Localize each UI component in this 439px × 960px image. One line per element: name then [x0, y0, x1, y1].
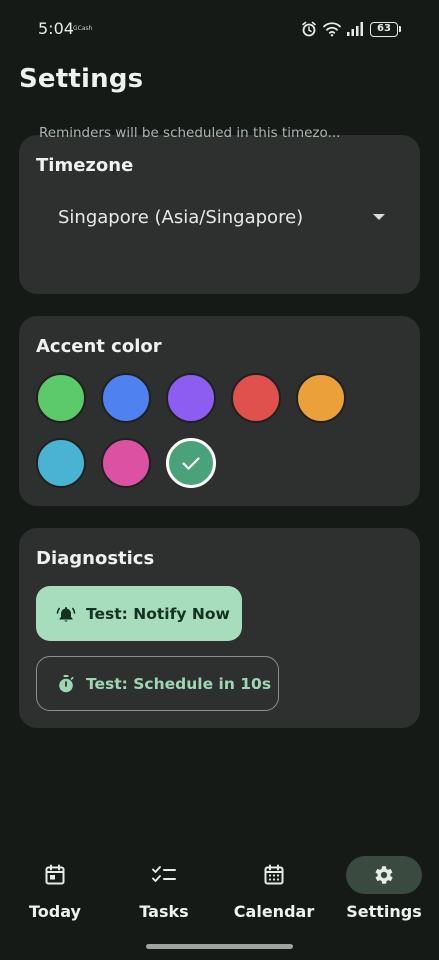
nav-active-indicator	[346, 856, 422, 894]
battery-icon: 63	[370, 21, 401, 37]
bottom-navigation: Today Tasks Calendar Settings	[0, 850, 439, 940]
accent-swatch-pink[interactable]	[101, 438, 151, 488]
test-notify-now-label: Test: Notify Now	[86, 604, 230, 623]
battery-level: 63	[370, 21, 398, 37]
test-notify-now-button[interactable]: Test: Notify Now	[36, 586, 242, 641]
checklist-icon	[152, 866, 176, 882]
accent-swatch-green[interactable]	[36, 373, 86, 423]
diagnostics-title: Diagnostics	[36, 548, 155, 569]
page-title: Settings	[19, 64, 144, 94]
accent-color-card: Accent color	[19, 316, 420, 506]
calendar-today-icon	[45, 864, 65, 885]
nav-label-today: Today	[29, 902, 81, 921]
timezone-helper-text: Reminders will be scheduled in this time…	[39, 125, 341, 141]
status-app-badge: GCash	[73, 25, 93, 32]
bell-ring-icon	[56, 606, 76, 622]
gear-icon	[375, 866, 393, 884]
wifi-icon	[323, 22, 341, 37]
test-schedule-button[interactable]: Test: Schedule in 10s	[36, 656, 279, 711]
accent-swatch-orange[interactable]	[296, 373, 346, 423]
accent-swatch-blue[interactable]	[101, 373, 151, 423]
nav-label-settings: Settings	[346, 902, 422, 921]
nav-label-tasks: Tasks	[139, 902, 189, 921]
status-bar: 5:04 GCash 63	[0, 0, 439, 58]
accent-swatch-cyan[interactable]	[36, 438, 86, 488]
home-indicator	[146, 944, 293, 949]
signal-icon	[347, 22, 363, 36]
status-time: 5:04	[38, 19, 74, 38]
calendar-month-icon	[264, 864, 284, 885]
test-schedule-label: Test: Schedule in 10s	[86, 674, 272, 693]
timer-icon	[59, 674, 74, 692]
accent-swatch-purple[interactable]	[166, 373, 216, 423]
status-icons: 63	[301, 20, 401, 38]
nav-label-calendar: Calendar	[233, 902, 315, 921]
timezone-dropdown[interactable]: Singapore (Asia/Singapore)	[39, 195, 403, 239]
diagnostics-card: Diagnostics Test: Notify Now Test: Sched…	[19, 528, 420, 728]
accent-swatch-red[interactable]	[231, 373, 281, 423]
check-icon	[182, 457, 200, 470]
timezone-card: Timezone Singapore (Asia/Singapore)	[19, 135, 420, 294]
nav-item-settings[interactable]: Settings	[329, 856, 439, 930]
nav-item-calendar[interactable]: Calendar	[219, 856, 329, 930]
dropdown-arrow-icon	[373, 214, 385, 220]
timezone-selected-value: Singapore (Asia/Singapore)	[58, 206, 304, 228]
nav-item-today[interactable]: Today	[0, 856, 110, 930]
timezone-title: Timezone	[36, 155, 134, 176]
alarm-icon	[302, 21, 316, 37]
accent-color-title: Accent color	[36, 336, 162, 357]
nav-item-tasks[interactable]: Tasks	[109, 856, 219, 930]
accent-swatch-teal-green[interactable]	[166, 438, 216, 488]
